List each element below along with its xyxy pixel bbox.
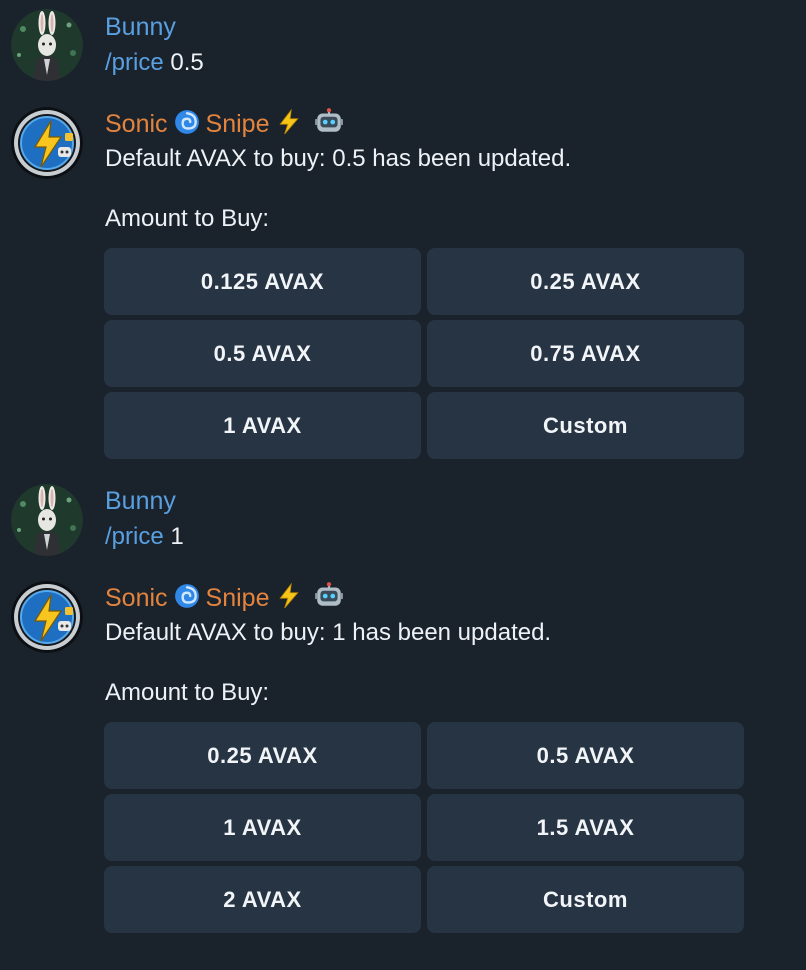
amount-button[interactable]: 0.5 AVAX: [104, 320, 421, 387]
custom-amount-button[interactable]: Custom: [427, 866, 744, 933]
sender-name[interactable]: Bunny: [105, 12, 176, 42]
lightning-emoji-icon: [279, 109, 298, 135]
robot-emoji-icon: [313, 581, 344, 607]
sonic-snipe-avatar[interactable]: [11, 581, 83, 653]
command-link[interactable]: /price: [105, 49, 164, 76]
sender-name[interactable]: Bunny: [105, 486, 176, 516]
sonic-snipe-avatar[interactable]: [11, 107, 83, 179]
command-argument: 0.5: [163, 49, 204, 76]
amount-button[interactable]: 1.5 AVAX: [427, 794, 744, 861]
amount-button[interactable]: 1 AVAX: [104, 794, 421, 861]
message-text: /price 1: [105, 522, 184, 552]
message-text: Default AVAX to buy: 0.5 has been update…: [105, 145, 572, 172]
message-text: /price 0.5: [105, 48, 204, 78]
bunny-avatar[interactable]: [11, 9, 83, 81]
sender-name-part: Sonic: [105, 584, 168, 612]
sender-name-part: Snipe: [205, 584, 270, 612]
command-link[interactable]: /price: [105, 523, 164, 550]
custom-amount-button[interactable]: Custom: [427, 392, 744, 459]
amount-button[interactable]: 1 AVAX: [104, 392, 421, 459]
cyclone-emoji-icon: [173, 109, 200, 135]
bot-sender-name[interactable]: Sonic Snipe: [105, 107, 350, 139]
amount-button[interactable]: 2 AVAX: [104, 866, 421, 933]
amount-button[interactable]: 0.5 AVAX: [427, 722, 744, 789]
lightning-emoji-icon: [279, 583, 298, 609]
bot-sender-name[interactable]: Sonic Snipe: [105, 581, 350, 613]
sender-name-part: Snipe: [205, 110, 270, 138]
amount-button[interactable]: 0.25 AVAX: [427, 248, 744, 315]
message-text: Default AVAX to buy: 1 has been updated.: [105, 619, 552, 646]
cyclone-emoji-icon: [173, 583, 200, 609]
robot-emoji-icon: [313, 107, 344, 133]
message-prompt: Amount to Buy:: [105, 679, 270, 706]
message-prompt: Amount to Buy:: [105, 205, 270, 232]
amount-button[interactable]: 0.25 AVAX: [104, 722, 421, 789]
chat-history: Bunny /price 0.5 Sonic Snipe Default AVAX…: [0, 0, 806, 970]
command-argument: 1: [163, 523, 184, 550]
sender-name-part: Sonic: [105, 110, 168, 138]
amount-button[interactable]: 0.125 AVAX: [104, 248, 421, 315]
bunny-avatar[interactable]: [11, 484, 83, 556]
amount-button[interactable]: 0.75 AVAX: [427, 320, 744, 387]
